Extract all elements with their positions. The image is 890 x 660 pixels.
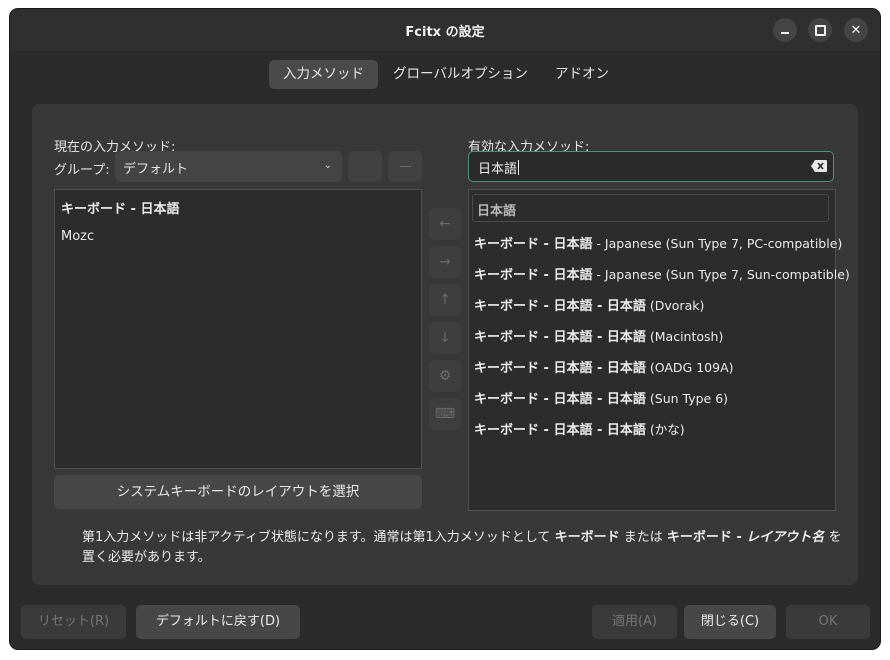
select-system-layout-button[interactable]: システムキーボードのレイアウトを選択 [54,475,422,509]
arrow-left-icon: ← [439,216,451,232]
clear-text-icon[interactable] [811,160,827,172]
reset-button[interactable]: リセット(R) [21,605,126,639]
chevron-down-icon: ⌄ [323,160,332,171]
arrow-right-icon: → [439,254,451,270]
keyboard-layout-button[interactable]: ⌨ [429,398,461,430]
tab-addons[interactable]: アドオン [541,60,623,89]
restore-defaults-button[interactable]: デフォルトに戻す(D) [136,605,300,639]
maximize-icon [814,24,826,36]
window-title: Fcitx の設定 [405,25,485,40]
group-select-value: デフォルト [123,162,189,177]
list-item[interactable]: キーボード - 日本語 - 日本語 (Sun Type 6) [474,388,728,407]
list-item[interactable]: キーボード - 日本語 - Japanese (Sun Type 7, PC-c… [474,233,842,252]
arrow-down-icon: ↓ [439,330,451,346]
list-item[interactable]: キーボード - 日本語 - 日本語 (Dvorak) [474,295,704,314]
close-window-button[interactable]: ✕ [844,18,868,42]
move-left-button[interactable]: ← [429,208,461,240]
minimize-icon [781,31,789,34]
language-header: 日本語 [472,194,829,222]
keyboard-icon: ⌨ [434,406,456,422]
move-down-button[interactable]: ↓ [429,322,461,354]
input-method-panel: 現在の入力メソッド: グループ: デフォルト ⌄ キーボード - 日本語 Moz… [32,104,858,585]
move-up-button[interactable]: ↑ [429,284,461,316]
list-item[interactable]: キーボード - 日本語 - 日本語 (Macintosh) [474,326,723,345]
remove-group-button[interactable] [388,151,422,182]
configure-button[interactable]: ⚙ [429,360,461,392]
current-im-list[interactable]: キーボード - 日本語 Mozc [54,189,422,469]
add-group-button[interactable] [348,151,382,182]
group-select[interactable]: デフォルト ⌄ [115,151,342,182]
apply-button[interactable]: 適用(A) [592,605,677,639]
minus-icon [400,166,411,167]
ok-button[interactable]: OK [786,605,870,639]
maximize-button[interactable] [808,18,832,42]
group-label: グループ: [54,163,110,178]
arrow-up-icon: ↑ [439,292,451,308]
info-note: 第1入力メソッドは非アクティブ状態になります。通常は第1入力メソッドとして キー… [82,530,842,565]
close-icon: ✕ [850,22,862,38]
list-item[interactable]: キーボード - 日本語 [61,198,179,217]
search-input-value: 日本語 [478,162,518,177]
tab-input-methods[interactable]: 入力メソッド [269,60,378,89]
minimize-button[interactable] [773,18,797,42]
settings-window: Fcitx の設定 ✕ 入力メソッド グローバルオプション アドオン 現在の入力… [10,9,880,649]
search-input[interactable]: 日本語 [468,151,834,182]
list-item[interactable]: キーボード - 日本語 - 日本語 (かな) [474,419,685,438]
close-button[interactable]: 閉じる(C) [684,605,776,639]
available-im-list[interactable]: 日本語 キーボード - 日本語 - Japanese (Sun Type 7, … [468,189,850,511]
gear-icon: ⚙ [438,368,452,384]
list-item[interactable]: キーボード - 日本語 - 日本語 (OADG 109A) [474,357,734,376]
title-bar: Fcitx の設定 ✕ [10,9,880,51]
list-item[interactable]: Mozc [61,229,94,244]
tab-global-options[interactable]: グローバルオプション [379,60,542,89]
move-right-button[interactable]: → [429,246,461,278]
language-header-label: 日本語 [477,204,517,219]
list-item[interactable]: キーボード - 日本語 - Japanese (Sun Type 7, Sun-… [474,264,850,283]
